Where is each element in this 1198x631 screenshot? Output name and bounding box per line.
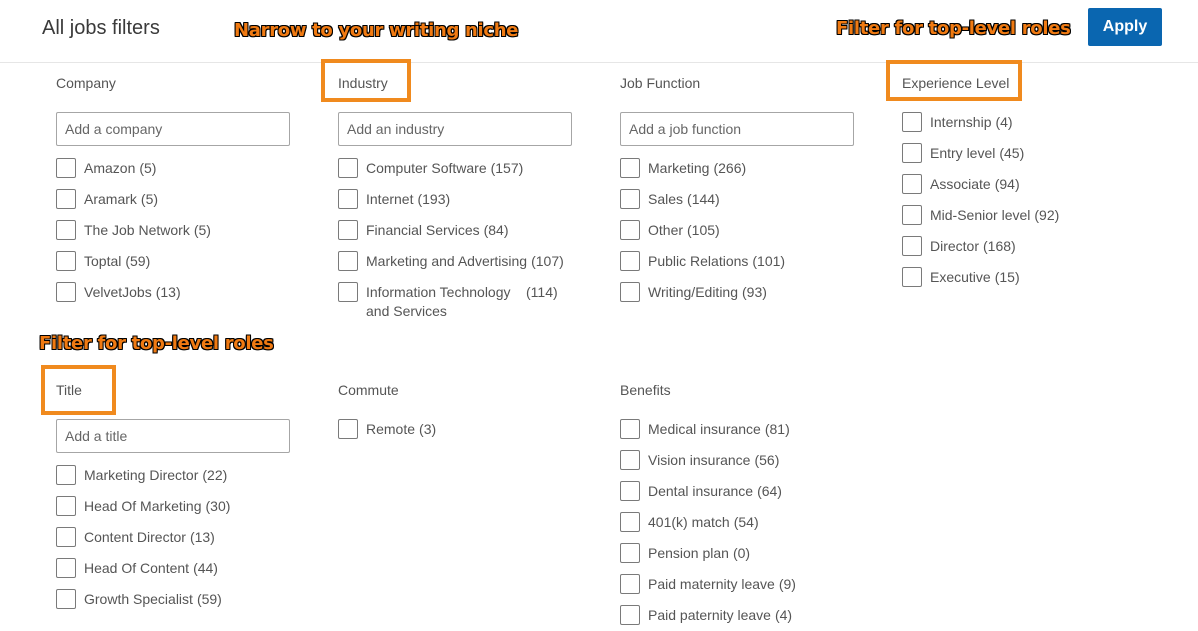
title-option[interactable]: Growth Specialist (59) (56, 589, 222, 609)
job-function-heading: Job Function (620, 73, 700, 93)
benefits-option[interactable]: Paid maternity leave (9) (620, 574, 796, 594)
checkbox[interactable] (902, 143, 922, 163)
company-heading-label: Company (56, 75, 116, 91)
checkbox[interactable] (56, 589, 76, 609)
company-option[interactable]: Aramark (5) (56, 189, 158, 209)
checkbox[interactable] (56, 220, 76, 240)
benefits-heading: Benefits (620, 380, 671, 400)
title-input[interactable] (56, 419, 290, 453)
industry-option[interactable]: Computer Software (157) (338, 158, 523, 178)
job-function-option[interactable]: Writing/Editing (93) (620, 282, 767, 302)
benefits-option[interactable]: Dental insurance (64) (620, 481, 782, 501)
benefits-option[interactable]: Pension plan (0) (620, 543, 750, 563)
experience-heading: Experience Level (902, 73, 1009, 93)
experience-option[interactable]: Entry level (45) (902, 143, 1024, 163)
checkbox[interactable] (902, 236, 922, 256)
experience-heading-label: Experience Level (902, 75, 1010, 91)
company-heading: Company (56, 73, 116, 93)
experience-option[interactable]: Executive (15) (902, 267, 1020, 287)
industry-option[interactable]: Financial Services (84) (338, 220, 509, 240)
apply-button[interactable]: Apply (1088, 8, 1162, 46)
company-option[interactable]: Amazon (5) (56, 158, 156, 178)
checkbox[interactable] (338, 189, 358, 209)
checkbox[interactable] (56, 558, 76, 578)
benefits-option[interactable]: Vision insurance (56) (620, 450, 779, 470)
industry-heading: Industry (338, 73, 388, 93)
job-function-option[interactable]: Public Relations (101) (620, 251, 785, 271)
annotation-experience: Filter for top-level roles (836, 18, 1071, 39)
checkbox[interactable] (338, 251, 358, 271)
benefits-heading-label: Benefits (620, 382, 671, 398)
checkbox[interactable] (902, 174, 922, 194)
commute-option[interactable]: Remote (3) (338, 419, 436, 439)
checkbox[interactable] (620, 158, 640, 178)
page-title: All jobs filters (42, 17, 160, 39)
industry-input[interactable] (338, 112, 572, 146)
checkbox[interactable] (620, 574, 640, 594)
title-option[interactable]: Head Of Content (44) (56, 558, 218, 578)
annotation-industry: Narrow to your writing niche (234, 20, 519, 41)
commute-heading-label: Commute (338, 382, 399, 398)
job-function-option[interactable]: Other (105) (620, 220, 720, 240)
checkbox[interactable] (620, 220, 640, 240)
title-option[interactable]: Content Director (13) (56, 527, 215, 547)
title-heading-label: Title (56, 382, 82, 398)
checkbox[interactable] (620, 543, 640, 563)
job-function-input[interactable] (620, 112, 854, 146)
checkbox[interactable] (56, 282, 76, 302)
experience-option[interactable]: Director (168) (902, 236, 1016, 256)
experience-option[interactable]: Mid-Senior level (92) (902, 205, 1059, 225)
benefits-option[interactable]: Medical insurance (81) (620, 419, 790, 439)
job-function-option[interactable]: Sales (144) (620, 189, 720, 209)
title-option[interactable]: Marketing Director (22) (56, 465, 227, 485)
checkbox[interactable] (56, 158, 76, 178)
checkbox[interactable] (902, 112, 922, 132)
industry-option[interactable]: Marketing and Advertising (107) (338, 251, 564, 271)
checkbox[interactable] (620, 251, 640, 271)
checkbox[interactable] (620, 282, 640, 302)
checkbox[interactable] (56, 251, 76, 271)
checkbox[interactable] (620, 450, 640, 470)
industry-option[interactable]: Information Technology and Services (114) (338, 282, 558, 321)
checkbox[interactable] (56, 496, 76, 516)
commute-heading: Commute (338, 380, 399, 400)
experience-option[interactable]: Associate (94) (902, 174, 1020, 194)
checkbox[interactable] (902, 205, 922, 225)
checkbox[interactable] (338, 282, 358, 302)
checkbox[interactable] (620, 605, 640, 625)
checkbox[interactable] (56, 465, 76, 485)
industry-option[interactable]: Internet (193) (338, 189, 450, 209)
checkbox[interactable] (620, 512, 640, 532)
checkbox[interactable] (338, 220, 358, 240)
checkbox[interactable] (902, 267, 922, 287)
benefits-option[interactable]: Paid paternity leave (4) (620, 605, 792, 625)
job-function-option[interactable]: Marketing (266) (620, 158, 746, 178)
company-option[interactable]: The Job Network (5) (56, 220, 211, 240)
job-function-heading-label: Job Function (620, 75, 701, 91)
checkbox[interactable] (620, 481, 640, 501)
company-option[interactable]: Toptal (59) (56, 251, 150, 271)
checkbox[interactable] (338, 419, 358, 439)
checkbox[interactable] (338, 158, 358, 178)
company-input[interactable] (56, 112, 290, 146)
checkbox[interactable] (620, 419, 640, 439)
annotation-title: Filter for top-level roles (39, 333, 274, 354)
industry-heading-label: Industry (338, 75, 388, 91)
checkbox[interactable] (56, 527, 76, 547)
checkbox[interactable] (620, 189, 640, 209)
checkbox[interactable] (56, 189, 76, 209)
benefits-option[interactable]: 401(k) match (54) (620, 512, 759, 532)
title-option[interactable]: Head Of Marketing (30) (56, 496, 230, 516)
title-heading: Title (56, 380, 82, 400)
company-option[interactable]: VelvetJobs (13) (56, 282, 181, 302)
experience-option[interactable]: Internship (4) (902, 112, 1013, 132)
